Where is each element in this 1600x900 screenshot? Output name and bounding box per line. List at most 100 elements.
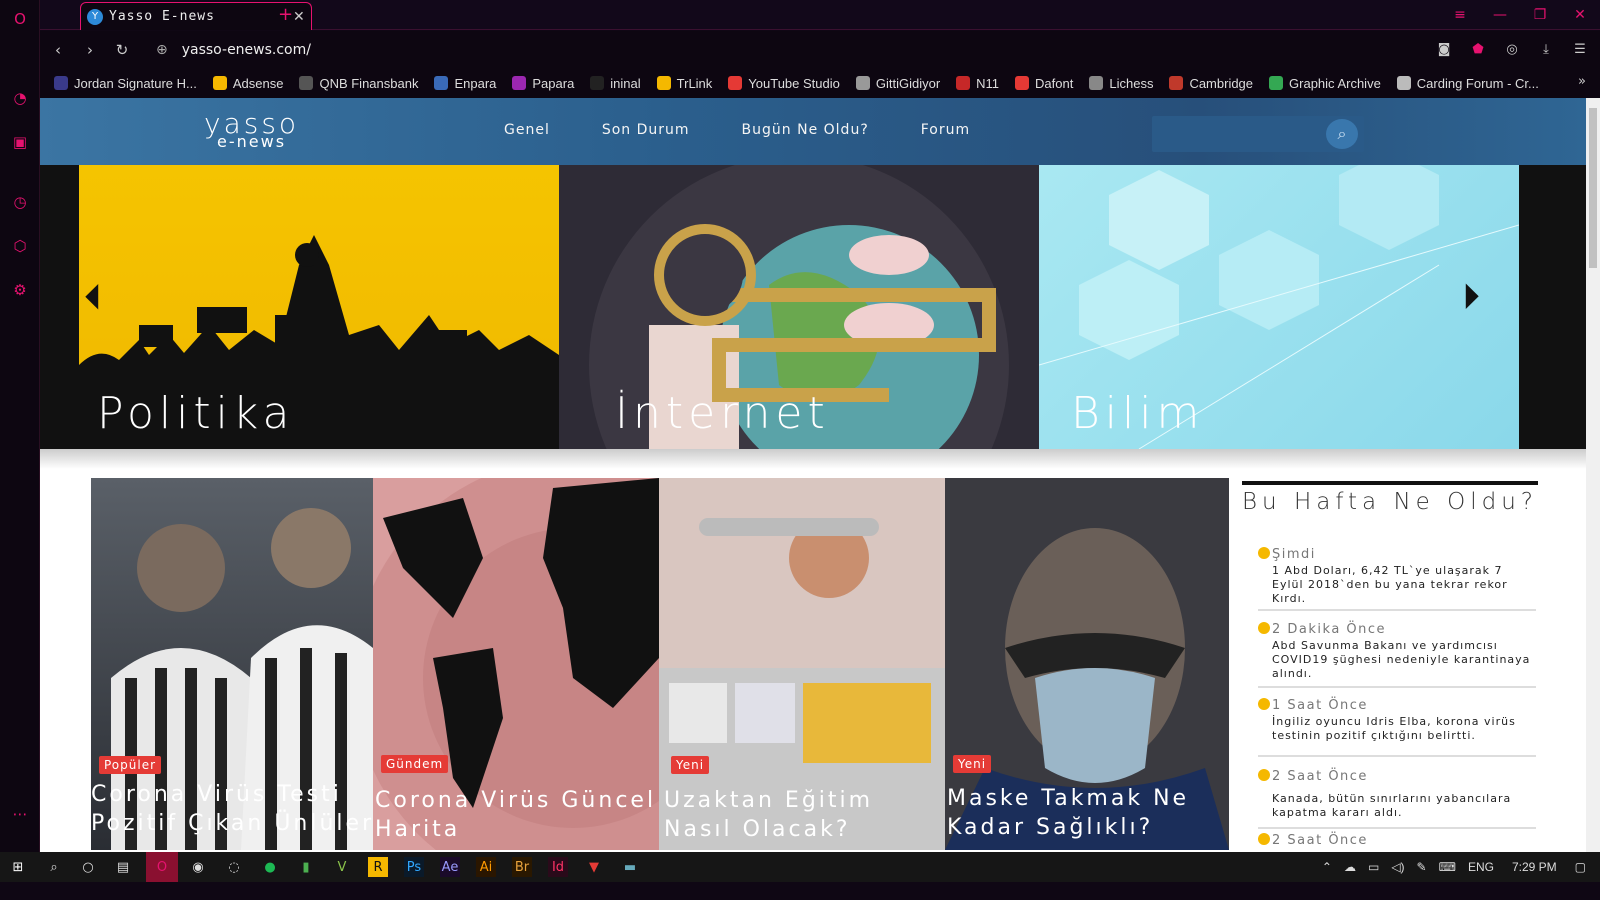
vim-icon[interactable]: V [332, 857, 352, 877]
after-effects-icon[interactable]: Ae [440, 857, 460, 877]
maximize-icon[interactable]: ❐ [1520, 0, 1560, 30]
bookmark-favicon-icon [299, 76, 314, 90]
back-icon[interactable]: ‹ [42, 41, 74, 59]
rockstar-icon[interactable]: R [368, 857, 388, 877]
bookmark-item[interactable]: Enpara [434, 76, 496, 91]
cortana-icon[interactable]: ○ [78, 857, 98, 877]
bookmark-item[interactable]: Cambridge [1169, 76, 1253, 91]
url-field[interactable]: ⊕ yasso-enews.com/ [156, 42, 311, 58]
bookmark-favicon-icon [590, 76, 605, 90]
volume-icon[interactable]: ◁) [1391, 860, 1404, 874]
tab-menu-icon[interactable]: ≡ [1440, 0, 1480, 30]
opera-logo-icon[interactable]: O [10, 9, 30, 29]
clock[interactable]: 7:29 PM [1512, 860, 1557, 874]
app-icon[interactable]: ▮ [296, 857, 316, 877]
bookmark-item[interactable]: Graphic Archive [1269, 76, 1381, 91]
menu-forum[interactable]: Forum [921, 122, 970, 138]
bookmark-label: Carding Forum - Cr... [1416, 75, 1539, 91]
adblock-icon[interactable]: ⬟ [1468, 39, 1488, 59]
weekly-news-panel: Bu Hafta Ne Oldu? Şimdi 1 Abd Doları, 6,4… [1242, 481, 1538, 870]
speed-dial-icon[interactable]: ◔ [10, 88, 30, 108]
bridge-icon[interactable]: Br [512, 857, 532, 877]
camera-icon[interactable]: ◙ [1434, 39, 1454, 59]
news-card[interactable]: Yeni Maske Takmak Ne Kadar Sağlıklı? [945, 478, 1229, 850]
easy-setup-icon[interactable]: ☰ [1570, 39, 1590, 59]
forward-icon[interactable]: › [74, 41, 106, 59]
app-icon[interactable]: ▼ [584, 857, 604, 877]
bookmark-item[interactable]: GittiGidiyor [855, 75, 941, 91]
list-item[interactable]: 2 Saat Önce Kanada, bütün sınırlarını yab… [1258, 769, 1536, 829]
page-scrollbar[interactable] [1586, 98, 1600, 870]
bookmark-item[interactable]: N11 [956, 76, 999, 91]
news-card[interactable]: Popüler Corona Virüs Testi Pozitif Çıkan… [91, 478, 373, 850]
card-title[interactable]: Maske Takmak Ne Kadar Sağlıklı? [947, 784, 1229, 842]
search-input[interactable]: ⌕ [1152, 116, 1364, 152]
taskbar-search-icon[interactable]: ⌕ [44, 857, 64, 877]
site-header: yasso e-news Genel Son Durum Bugün Ne Ol… [40, 98, 1586, 165]
bookmarks-more-icon[interactable]: » [1578, 74, 1586, 89]
keyboard-icon[interactable]: ⌨ [1439, 860, 1456, 874]
card-title[interactable]: Corona Virüs Testi Pozitif Çıkan Ünlüler [91, 780, 373, 838]
menu-son-durum[interactable]: Son Durum [602, 122, 690, 138]
list-item[interactable]: 1 Saat Önce İngiliz oyuncu Idris Elba, ko… [1258, 698, 1536, 757]
history-icon[interactable]: ◷ [10, 192, 30, 212]
bookmark-item[interactable]: Jordan Signature H... [54, 76, 197, 91]
bookmark-label: GittiGidiyor [875, 75, 941, 91]
slide-bilim[interactable]: Bilim [1039, 165, 1519, 449]
bookmark-item[interactable]: Papara [512, 76, 574, 91]
task-view-icon[interactable]: ▤ [113, 857, 133, 877]
bookmark-item[interactable]: Lichess [1089, 76, 1153, 91]
bookmark-item[interactable]: Carding Forum - Cr... [1396, 75, 1539, 91]
new-tab-icon[interactable]: + [278, 4, 293, 25]
bookmark-favicon-icon [1015, 76, 1030, 90]
minimize-icon[interactable]: — [1480, 0, 1520, 30]
opera-gx-taskbar-icon[interactable]: O [146, 852, 178, 882]
notifications-icon[interactable]: ▢ [1575, 860, 1586, 874]
card-title[interactable]: Corona Virüs Güncel Harita [375, 786, 659, 844]
settings-icon[interactable]: ⚙ [10, 280, 30, 300]
windows-start-icon[interactable]: ⊞ [8, 857, 28, 877]
bookmark-item[interactable]: QNB Finansbank [299, 76, 418, 91]
pen-icon[interactable]: ✎ [1417, 860, 1427, 874]
vpn-icon[interactable]: ◎ [1502, 39, 1522, 59]
spotify-icon[interactable]: ● [260, 857, 280, 877]
web-page: yasso e-news Genel Son Durum Bugün Ne Ol… [40, 98, 1586, 870]
download-icon[interactable]: ⤓ [1536, 39, 1556, 59]
photoshop-icon[interactable]: Ps [404, 857, 424, 877]
search-icon[interactable]: ⌕ [1326, 119, 1358, 149]
bookmark-item[interactable]: ininal [590, 76, 641, 91]
more-icon[interactable]: ⋯ [10, 804, 30, 824]
card-title[interactable]: Uzaktan Eğitim Nasıl Olacak? [664, 786, 945, 844]
slide-politika[interactable]: Politika [79, 165, 559, 449]
app-icon[interactable]: ▬ [620, 857, 640, 877]
close-window-icon[interactable]: ✕ [1560, 0, 1600, 30]
indesign-icon[interactable]: Id [548, 857, 568, 877]
bookmark-item[interactable]: YouTube Studio [728, 76, 840, 91]
app-icon[interactable]: ◌ [224, 857, 244, 877]
news-card[interactable]: Yeni Uzaktan Eğitim Nasıl Olacak? [659, 478, 945, 850]
bookmark-item[interactable]: Dafont [1015, 76, 1073, 91]
illustrator-icon[interactable]: Ai [476, 857, 496, 877]
news-card[interactable]: Gündem Corona Virüs Güncel Harita [373, 478, 659, 850]
steam-icon[interactable]: ◉ [188, 857, 208, 877]
extensions-icon[interactable]: ⬡ [10, 236, 30, 256]
slider-prev-icon[interactable]: ⏴ [84, 277, 102, 319]
scrollbar-thumb[interactable] [1589, 108, 1597, 268]
site-logo[interactable]: yasso e-news [204, 110, 299, 150]
onedrive-icon[interactable]: ☁ [1344, 860, 1356, 874]
close-tab-icon[interactable]: ✕ [293, 9, 311, 25]
menu-genel[interactable]: Genel [504, 122, 550, 138]
menu-bugun-ne-oldu[interactable]: Bugün Ne Oldu? [742, 122, 869, 138]
tray-chevron-icon[interactable]: ⌃ [1322, 860, 1332, 874]
card-badge: Gündem [381, 755, 449, 773]
twitch-icon[interactable]: ▣ [10, 132, 30, 152]
slide-internet[interactable]: İnternet [559, 165, 1039, 449]
list-item[interactable]: 2 Dakika Önce Abd Savunma Bakanı ve yardı… [1258, 622, 1536, 688]
slider-next-icon[interactable]: ⏵ [1462, 277, 1480, 319]
bookmark-item[interactable]: TrLink [656, 76, 712, 91]
language-indicator[interactable]: ENG [1468, 860, 1494, 874]
reload-icon[interactable]: ↻ [106, 41, 138, 59]
bookmark-item[interactable]: Adsense [212, 76, 283, 91]
network-icon[interactable]: ▭ [1368, 860, 1379, 874]
list-item[interactable]: Şimdi 1 Abd Doları, 6,42 TL`ye ulaşarak 7… [1258, 547, 1536, 611]
